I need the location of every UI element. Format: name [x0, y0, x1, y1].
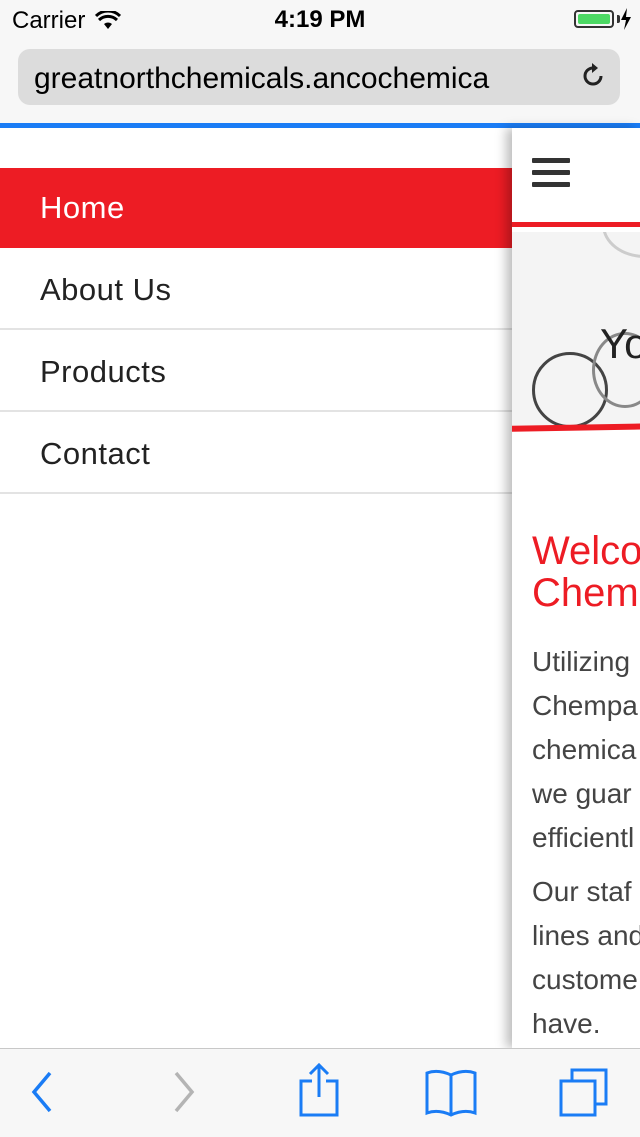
browser-url-area: greatnorthchemicals.ancochemica: [0, 40, 640, 124]
para-line: efficientl: [532, 822, 635, 853]
browser-toolbar: [0, 1048, 640, 1137]
status-bar: Carrier 4:19 PM: [0, 0, 640, 40]
reload-icon[interactable]: [578, 61, 608, 91]
back-icon[interactable]: [28, 1069, 58, 1115]
address-bar[interactable]: greatnorthchemicals.ancochemica: [18, 49, 620, 105]
glassware-decoration: [602, 232, 640, 258]
welcome-heading: Welco Chem: [532, 530, 640, 614]
tabs-icon[interactable]: [558, 1067, 610, 1117]
para-line: lines and: [532, 920, 640, 951]
staff-paragraph: Our staf lines and custome have.: [532, 870, 640, 1046]
welcome-line-2: Chem: [532, 571, 639, 615]
side-menu: Home About Us Products Contact: [0, 128, 512, 1048]
forward-icon[interactable]: [168, 1069, 198, 1115]
status-time: 4:19 PM: [274, 6, 366, 33]
battery-icon: [574, 10, 614, 28]
page-content: Yo Welco Chem Utilizing Chempa chemica w…: [512, 128, 640, 1048]
hamburger-menu-icon[interactable]: [532, 158, 570, 194]
hero-banner: Yo: [512, 232, 640, 428]
bookmarks-icon[interactable]: [424, 1067, 478, 1117]
site-header: [512, 128, 640, 227]
para-line: chemica: [532, 734, 637, 765]
url-text[interactable]: greatnorthchemicals.ancochemica: [34, 62, 554, 96]
para-line: we guar: [532, 778, 632, 809]
para-line: Chempa: [532, 690, 638, 721]
menu-item-home[interactable]: Home: [0, 168, 512, 248]
charging-icon: [621, 8, 631, 30]
hero-heading: Yo: [600, 320, 640, 367]
menu-item-about-us[interactable]: About Us: [0, 250, 512, 330]
menu-item-products[interactable]: Products: [0, 332, 512, 412]
para-line: have.: [532, 1008, 601, 1039]
para-line: Our staf: [532, 876, 632, 907]
share-icon[interactable]: [298, 1063, 340, 1119]
para-line: custome: [532, 964, 638, 995]
menu-item-contact[interactable]: Contact: [0, 414, 512, 494]
intro-paragraph: Utilizing Chempa chemica we guar efficie…: [532, 640, 640, 860]
welcome-line-1: Welco: [532, 529, 640, 573]
para-line: Utilizing: [532, 646, 631, 677]
